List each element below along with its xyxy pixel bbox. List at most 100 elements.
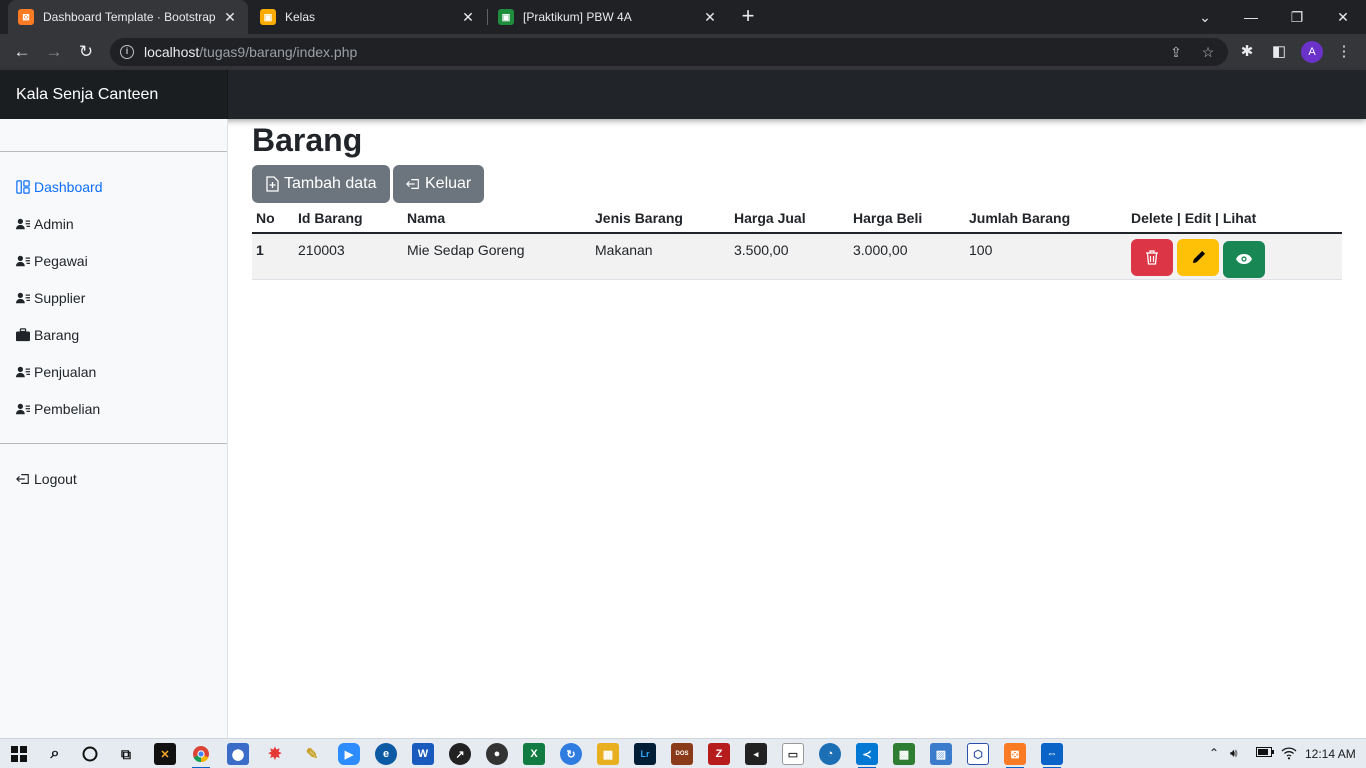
brand-title[interactable]: Kala Senja Canteen: [0, 70, 228, 119]
cell-harga-beli: 3.000,00: [849, 233, 965, 280]
profile-avatar[interactable]: A: [1301, 41, 1323, 63]
sidebar-divider: [0, 151, 227, 152]
app-icon[interactable]: ◔: [819, 743, 841, 765]
sidebar-item-dashboard[interactable]: Dashboard: [16, 176, 103, 198]
cell-id-barang: 210003: [294, 233, 403, 280]
app-icon[interactable]: ⬡: [967, 743, 989, 765]
browser-tab-kelas[interactable]: ▣ Kelas ✕: [250, 0, 486, 34]
column-header: Id Barang: [294, 207, 403, 234]
person-lines-icon: [16, 365, 30, 379]
app-icon[interactable]: ⬤: [227, 743, 249, 765]
cortana-icon[interactable]: [79, 743, 101, 765]
app-icon[interactable]: ↻: [560, 743, 582, 765]
sidebar-item-penjualan[interactable]: Penjualan: [16, 361, 96, 383]
chrome-icon[interactable]: [190, 743, 212, 768]
barang-table: No Id Barang Nama Jenis Barang Harga Jua…: [252, 207, 1342, 280]
browser-tab-praktikum[interactable]: ▣ [Praktikum] PBW 4A ✕: [488, 0, 728, 34]
sidebar-item-supplier[interactable]: Supplier: [16, 287, 85, 309]
top-navbar: Kala Senja Canteen: [0, 70, 1366, 119]
chevron-up-icon[interactable]: ⌃: [1209, 746, 1219, 760]
site-info-icon[interactable]: i: [120, 45, 134, 59]
url-text: localhost/tugas9/barang/index.php: [144, 44, 358, 60]
app-icon[interactable]: ▭: [782, 743, 804, 765]
filezilla-icon[interactable]: Z: [708, 743, 730, 765]
sidebar-item-barang[interactable]: Barang: [16, 324, 79, 346]
delete-button[interactable]: [1131, 239, 1173, 276]
column-header: Jenis Barang: [591, 207, 730, 234]
eye-icon: [1236, 254, 1252, 264]
sidebar-item-admin[interactable]: Admin: [16, 213, 74, 235]
forward-icon[interactable]: →: [42, 40, 66, 64]
sidebar-item-pegawai[interactable]: Pegawai: [16, 250, 88, 272]
windows-start-icon[interactable]: [8, 743, 30, 765]
sidebar-item-label: Logout: [34, 471, 77, 487]
restore-icon[interactable]: ❐: [1274, 0, 1320, 34]
app-icon[interactable]: ▦: [597, 743, 619, 765]
edge-icon[interactable]: e: [375, 743, 397, 765]
clock[interactable]: 12:14 AM: [1305, 747, 1356, 761]
app-icon[interactable]: ●: [486, 743, 508, 765]
close-icon[interactable]: ✕: [702, 9, 718, 26]
person-lines-icon: [16, 402, 30, 416]
app-icon[interactable]: ◂: [745, 743, 767, 765]
battery-icon[interactable]: [1256, 746, 1274, 761]
side-panel-icon[interactable]: ◧: [1267, 40, 1291, 64]
tab-title: Dashboard Template · Bootstrap: [43, 10, 216, 24]
app-icon[interactable]: ▩: [893, 743, 915, 765]
share-icon[interactable]: ⇪: [1166, 42, 1186, 62]
cell-actions: [1127, 233, 1342, 280]
sidebar-item-pembelian[interactable]: Pembelian: [16, 398, 100, 420]
new-tab-button[interactable]: +: [736, 5, 760, 29]
exit-button[interactable]: Keluar: [393, 165, 485, 203]
add-data-button[interactable]: Tambah data: [252, 165, 390, 203]
close-icon[interactable]: ✕: [460, 9, 476, 26]
pencil-icon: [1192, 250, 1205, 264]
vscode-icon[interactable]: ≺: [856, 743, 878, 768]
view-button[interactable]: [1223, 240, 1265, 278]
column-header: Nama: [403, 207, 591, 234]
star-icon[interactable]: ☆: [1198, 42, 1218, 62]
extensions-icon[interactable]: ✱: [1235, 40, 1259, 64]
cell-jumlah-barang: 100: [965, 233, 1127, 280]
app-icon[interactable]: ✸: [264, 743, 286, 765]
sidebar-item-label: Pegawai: [34, 253, 88, 269]
teamviewer-icon[interactable]: ⇔: [1041, 743, 1063, 768]
volume-icon[interactable]: 🔊︎: [1230, 746, 1238, 761]
cell-harga-jual: 3.500,00: [730, 233, 849, 280]
tab-title: [Praktikum] PBW 4A: [523, 10, 632, 24]
address-bar[interactable]: i localhost/tugas9/barang/index.php ⇪ ☆: [110, 38, 1228, 66]
word-icon[interactable]: W: [412, 743, 434, 765]
excel-icon[interactable]: X: [523, 743, 545, 765]
close-window-icon[interactable]: ✕: [1320, 0, 1366, 34]
edit-button[interactable]: [1177, 239, 1219, 276]
app-icon[interactable]: ▨: [930, 743, 952, 765]
person-lines-icon: [16, 254, 30, 268]
table-header-row: No Id Barang Nama Jenis Barang Harga Jua…: [252, 207, 1342, 234]
trash-icon: [1146, 250, 1158, 265]
close-icon[interactable]: ✕: [222, 9, 238, 26]
tab-search-icon[interactable]: ⌄: [1182, 0, 1228, 34]
xampp-control-icon[interactable]: ✕: [154, 743, 176, 765]
lightroom-icon[interactable]: Lr: [634, 743, 656, 765]
back-icon[interactable]: ←: [10, 40, 34, 64]
app-icon[interactable]: ✎: [301, 743, 323, 765]
column-header: Jumlah Barang: [965, 207, 1127, 234]
search-icon[interactable]: ⌕: [44, 743, 66, 765]
sidebar-item-logout[interactable]: Logout: [16, 468, 77, 490]
task-view-icon[interactable]: ⧉: [115, 743, 137, 765]
box-arrow-left-icon: [16, 472, 30, 486]
app-icon[interactable]: ↗: [449, 743, 471, 765]
cell-nama: Mie Sedap Goreng: [403, 233, 591, 280]
dosbox-icon[interactable]: DOS: [671, 743, 693, 765]
sidebar-item-label: Admin: [34, 216, 74, 232]
sidebar: Dashboard Admin Pegawai Supplier Barang …: [0, 119, 228, 738]
zoom-icon[interactable]: ▶: [338, 743, 360, 765]
browser-tab-dashboard[interactable]: ⊠ Dashboard Template · Bootstrap ✕: [8, 0, 248, 34]
reload-icon[interactable]: ↻: [74, 40, 98, 64]
wifi-icon[interactable]: [1281, 746, 1297, 763]
xampp-icon[interactable]: ⊠: [1004, 743, 1026, 768]
menu-icon[interactable]: ⋮: [1332, 40, 1356, 64]
table-row: 1 210003 Mie Sedap Goreng Makanan 3.500,…: [252, 233, 1342, 280]
browser-tab-strip: ⊠ Dashboard Template · Bootstrap ✕ ▣ Kel…: [0, 0, 1366, 34]
minimize-icon[interactable]: —: [1228, 0, 1274, 34]
